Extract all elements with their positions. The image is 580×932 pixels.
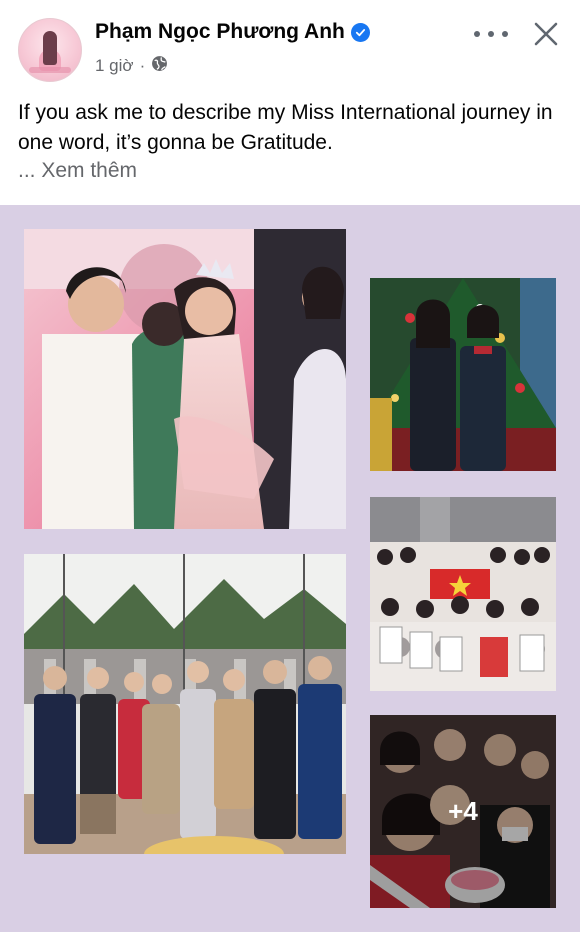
more-photos-count: +4 xyxy=(448,796,478,826)
see-more-link[interactable]: ... Xem thêm xyxy=(18,159,137,183)
photo-stage-crowning[interactable] xyxy=(24,229,346,529)
close-icon[interactable] xyxy=(530,18,562,50)
photo-gallery: +4 xyxy=(0,205,580,932)
verified-badge-icon xyxy=(350,22,370,42)
meta-separator: · xyxy=(139,56,146,75)
post-header: Phạm Ngọc Phương Anh 1 giờ · xyxy=(0,0,580,90)
author-avatar[interactable] xyxy=(18,18,82,82)
photo-fan-meeting[interactable] xyxy=(370,497,556,691)
photo-christmas-tree[interactable] xyxy=(370,278,556,471)
author-name-row: Phạm Ngọc Phương Anh xyxy=(95,20,370,44)
more-options-icon[interactable] xyxy=(474,24,508,44)
more-photos-overlay[interactable]: +4 xyxy=(370,715,556,908)
post-meta: 1 giờ · xyxy=(95,55,168,77)
photo-group-visit[interactable] xyxy=(24,554,346,854)
post-time[interactable]: 1 giờ xyxy=(95,56,134,76)
post-text: If you ask me to describe my Miss Intern… xyxy=(18,101,553,154)
globe-icon xyxy=(151,55,168,77)
author-name[interactable]: Phạm Ngọc Phương Anh xyxy=(95,20,345,44)
photo-fans-selfie[interactable]: +4 xyxy=(370,715,556,908)
